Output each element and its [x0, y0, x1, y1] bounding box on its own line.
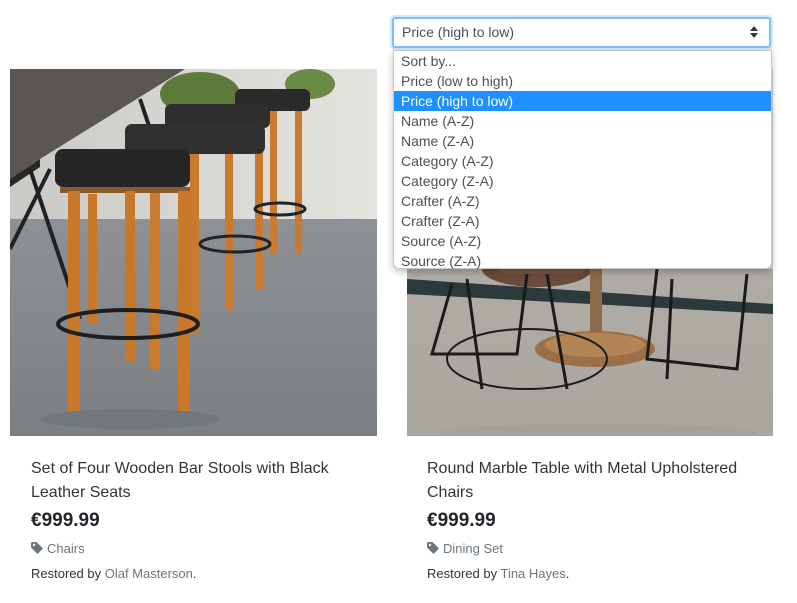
sort-option-category-asc[interactable]: Category (A-Z) [394, 151, 771, 171]
sort-option-default[interactable]: Sort by... [394, 51, 771, 71]
sort-option-source-asc[interactable]: Source (A-Z) [394, 231, 771, 251]
sort-option-category-desc[interactable]: Category (Z-A) [394, 171, 771, 191]
sort-option-crafter-desc[interactable]: Crafter (Z-A) [394, 211, 771, 231]
sort-select-value: Price (high to low) [402, 24, 515, 40]
product-category[interactable]: Chairs [31, 541, 85, 556]
restored-prefix: Restored by [427, 566, 498, 581]
product-title-line: Chairs [427, 484, 474, 501]
product-image[interactable] [10, 69, 377, 436]
sort-option-price-asc[interactable]: Price (low to high) [394, 71, 771, 91]
sort-select[interactable]: Price (high to low) [392, 17, 771, 48]
crafter-link[interactable]: Tina Hayes [500, 566, 565, 581]
category-label: Dining Set [443, 541, 503, 556]
sort-option-crafter-asc[interactable]: Crafter (A-Z) [394, 191, 771, 211]
product-card: Set of Four Wooden Bar Stools with Black… [10, 69, 377, 581]
tag-icon [427, 542, 439, 554]
product-title[interactable]: Round Marble Table with Metal Upholstere… [427, 457, 757, 505]
product-title[interactable]: Set of Four Wooden Bar Stools with Black… [31, 457, 361, 505]
crafter-link[interactable]: Olaf Masterson [105, 566, 193, 581]
product-price: €999.99 [427, 510, 496, 531]
restored-suffix: . [565, 566, 570, 581]
restored-by: Restored by Olaf Masterson. [31, 566, 197, 581]
sort-updown-icon [750, 26, 758, 38]
category-label: Chairs [47, 541, 85, 556]
product-price: €999.99 [31, 510, 100, 531]
restored-suffix: . [192, 566, 197, 581]
sort-option-name-asc[interactable]: Name (A-Z) [394, 111, 771, 131]
product-title-line: Set of Four Wooden Bar Stools with Black [31, 460, 329, 477]
product-title-line: Round Marble Table with Metal Upholstere… [427, 460, 738, 477]
sort-option-name-desc[interactable]: Name (Z-A) [394, 131, 771, 151]
product-category[interactable]: Dining Set [427, 541, 503, 556]
sort-option-source-desc[interactable]: Source (Z-A) [394, 251, 771, 271]
product-title-line: Leather Seats [31, 484, 131, 501]
tag-icon [31, 542, 43, 554]
sort-dropdown-list[interactable]: Sort by... Price (low to high) Price (hi… [393, 50, 772, 269]
sort-option-price-desc[interactable]: Price (high to low) [394, 91, 771, 111]
restored-by: Restored by Tina Hayes. [427, 566, 569, 581]
bar-stools-photo [10, 69, 377, 436]
restored-prefix: Restored by [31, 566, 102, 581]
